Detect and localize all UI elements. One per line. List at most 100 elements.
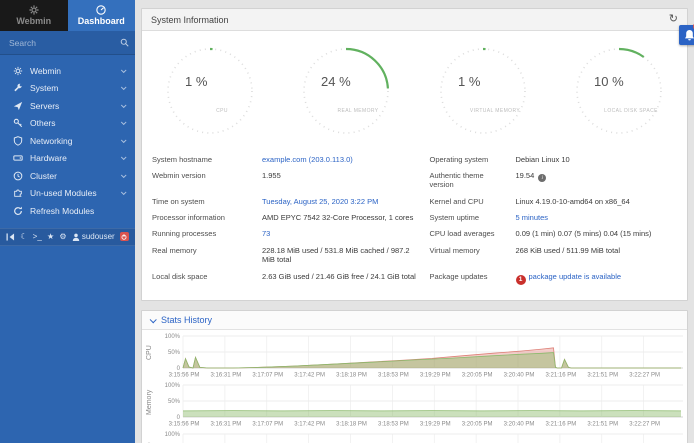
gear-icon: [12, 66, 23, 76]
info-value-link[interactable]: 5 minutes: [516, 213, 549, 222]
chart-axis-label: Memory: [146, 382, 156, 422]
svg-text:3:19:29 PM: 3:19:29 PM: [420, 373, 451, 379]
info-value-link[interactable]: example.com (203.0.113.0): [262, 155, 353, 164]
sidebar-item-others[interactable]: Others: [0, 115, 135, 133]
chart-cpu: CPU3:15:56 PM3:16:31 PM3:17:07 PM3:17:42…: [146, 333, 683, 380]
svg-text:3:20:40 PM: 3:20:40 PM: [504, 422, 535, 428]
notifications-bell-button[interactable]: 1: [679, 25, 694, 45]
svg-text:3:16:31 PM: 3:16:31 PM: [211, 422, 242, 428]
svg-text:3:21:51 PM: 3:21:51 PM: [587, 373, 618, 379]
svg-text:3:17:42 PM: 3:17:42 PM: [294, 422, 325, 428]
info-value[interactable]: example.com (203.0.113.0): [262, 151, 424, 167]
chevron-down-icon: [150, 316, 157, 323]
info-value-text: 1.955: [262, 171, 281, 180]
terminal-icon[interactable]: >_: [33, 233, 42, 241]
main-content: System Information ↻ 1 % CPU 24 %REAL MEMO…: [135, 0, 694, 443]
sidebar-item-label: Webmin: [30, 66, 114, 76]
chevron-down-icon: [121, 155, 127, 161]
info-value-text: Linux 4.19.0-10-amd64 on x86_64: [516, 197, 630, 206]
info-value[interactable]: 5 minutes: [516, 210, 678, 226]
refresh-icon: [12, 206, 23, 216]
svg-text:3:22:27 PM: 3:22:27 PM: [629, 422, 660, 428]
search-icon[interactable]: [120, 34, 129, 52]
sidebar-item-hardware[interactable]: Hardware: [0, 150, 135, 168]
svg-text:100%: 100%: [165, 432, 181, 438]
chevron-down-icon: [121, 120, 127, 126]
sidebar-item-label: Servers: [30, 101, 114, 111]
sidebar-item-servers[interactable]: Servers: [0, 97, 135, 115]
svg-text:1 %: 1 %: [458, 74, 481, 89]
svg-text:3:21:16 PM: 3:21:16 PM: [546, 373, 577, 379]
stats-charts: CPU3:15:56 PM3:16:31 PM3:17:07 PM3:17:42…: [142, 330, 687, 443]
collapse-sidebar-icon[interactable]: [6, 233, 15, 241]
clock-icon: [12, 171, 23, 181]
bell-icon: [684, 29, 694, 41]
sidebar-item-system[interactable]: System: [0, 80, 135, 98]
chart-swap: Swap3:15:56 PM3:16:31 PM3:17:07 PM3:17:4…: [146, 431, 683, 443]
favorites-star-icon[interactable]: ★: [47, 233, 54, 241]
info-value: 1.955: [262, 167, 424, 193]
info-value[interactable]: 1package update is available: [516, 268, 678, 288]
gauge-virtual-memory: 1 % VIRTUAL MEMORY: [415, 39, 551, 143]
sidebar-item-networking[interactable]: Networking: [0, 132, 135, 150]
sidebar-item-webmin[interactable]: Webmin: [0, 62, 135, 80]
info-label: System uptime: [430, 210, 510, 226]
sidebar-item-label: Un-used Modules: [30, 188, 114, 198]
speedometer-icon: [96, 5, 106, 15]
info-label: Operating system: [430, 151, 510, 167]
sidebar-item-cluster[interactable]: Cluster: [0, 167, 135, 185]
logout-power-icon[interactable]: [120, 232, 129, 241]
sidebar-item-refresh-modules[interactable]: Refresh Modules: [0, 202, 135, 220]
key-icon: [12, 118, 23, 128]
svg-text:3:19:29 PM: 3:19:29 PM: [420, 422, 451, 428]
info-value[interactable]: 73: [262, 226, 424, 242]
theme-settings-icon[interactable]: ⚙: [59, 233, 66, 241]
info-icon[interactable]: i: [538, 174, 546, 182]
info-value: 268 KiB used / 511.99 MiB total: [516, 242, 678, 268]
info-value-link[interactable]: 73: [262, 229, 270, 238]
svg-text:3:17:07 PM: 3:17:07 PM: [252, 373, 283, 379]
sidebar-footer: ☾ >_ ★ ⚙ sudouser: [0, 228, 135, 246]
package-updates-badge: 1: [516, 275, 526, 285]
svg-text:LOCAL DISK SPACE: LOCAL DISK SPACE: [604, 108, 658, 114]
info-value[interactable]: Tuesday, August 25, 2020 3:22 PM: [262, 193, 424, 209]
info-value-link[interactable]: package update is available: [529, 272, 622, 281]
svg-text:3:20:05 PM: 3:20:05 PM: [462, 373, 493, 379]
webmin-app: Webmin Dashboard Webmin System Servers Othe…: [0, 0, 694, 443]
info-value: 228.18 MiB used / 531.8 MiB cached / 987…: [262, 242, 424, 268]
info-label: Package updates: [430, 268, 510, 288]
info-value: 19.54i: [516, 167, 678, 193]
svg-text:VIRTUAL MEMORY: VIRTUAL MEMORY: [470, 108, 521, 114]
svg-text:10 %: 10 %: [594, 74, 624, 89]
system-info-table: System hostnameexample.com (203.0.113.0)…: [142, 147, 687, 300]
sidebar-item-un-used-modules[interactable]: Un-used Modules: [0, 185, 135, 203]
info-value: Linux 4.19.0-10-amd64 on x86_64: [516, 193, 678, 209]
system-information-header: System Information ↻: [142, 9, 687, 31]
tab-webmin[interactable]: Webmin: [0, 0, 68, 31]
stats-history-header[interactable]: Stats History: [142, 311, 687, 330]
chevron-down-icon: [121, 172, 127, 178]
gauge-real-memory: 24 %REAL MEMORY: [278, 39, 414, 143]
info-label: Authentic theme version: [430, 167, 510, 193]
info-value-text: AMD EPYC 7542 32-Core Processor, 1 cores: [262, 213, 413, 222]
svg-text:3:18:53 PM: 3:18:53 PM: [378, 422, 409, 428]
tab-dashboard[interactable]: Dashboard: [68, 0, 136, 31]
refresh-icon[interactable]: ↻: [669, 14, 678, 25]
chevron-down-icon: [121, 102, 127, 108]
gauge-local-disk-space: 10 % LOCAL DISK SPACE: [551, 39, 687, 143]
system-information-panel: System Information ↻ 1 %CPU24 %REAL MEMO…: [141, 8, 688, 301]
svg-text:3:18:18 PM: 3:18:18 PM: [336, 422, 367, 428]
search-input[interactable]: [9, 38, 120, 48]
page-title: System Information: [151, 15, 229, 25]
sidebar-item-label: Networking: [30, 136, 114, 146]
current-user[interactable]: sudouser: [72, 233, 115, 241]
sidebar-item-label: Refresh Modules: [30, 206, 125, 216]
info-value-text: 268 KiB used / 511.99 MiB total: [516, 246, 621, 255]
svg-text:3:22:27 PM: 3:22:27 PM: [629, 373, 660, 379]
info-label: Webmin version: [152, 167, 256, 193]
chart-axis-label: CPU: [146, 333, 156, 373]
username-label: sudouser: [82, 233, 115, 241]
info-value-link[interactable]: Tuesday, August 25, 2020 3:22 PM: [262, 197, 378, 206]
info-label: Local disk space: [152, 268, 256, 288]
night-mode-icon[interactable]: ☾: [20, 233, 27, 241]
